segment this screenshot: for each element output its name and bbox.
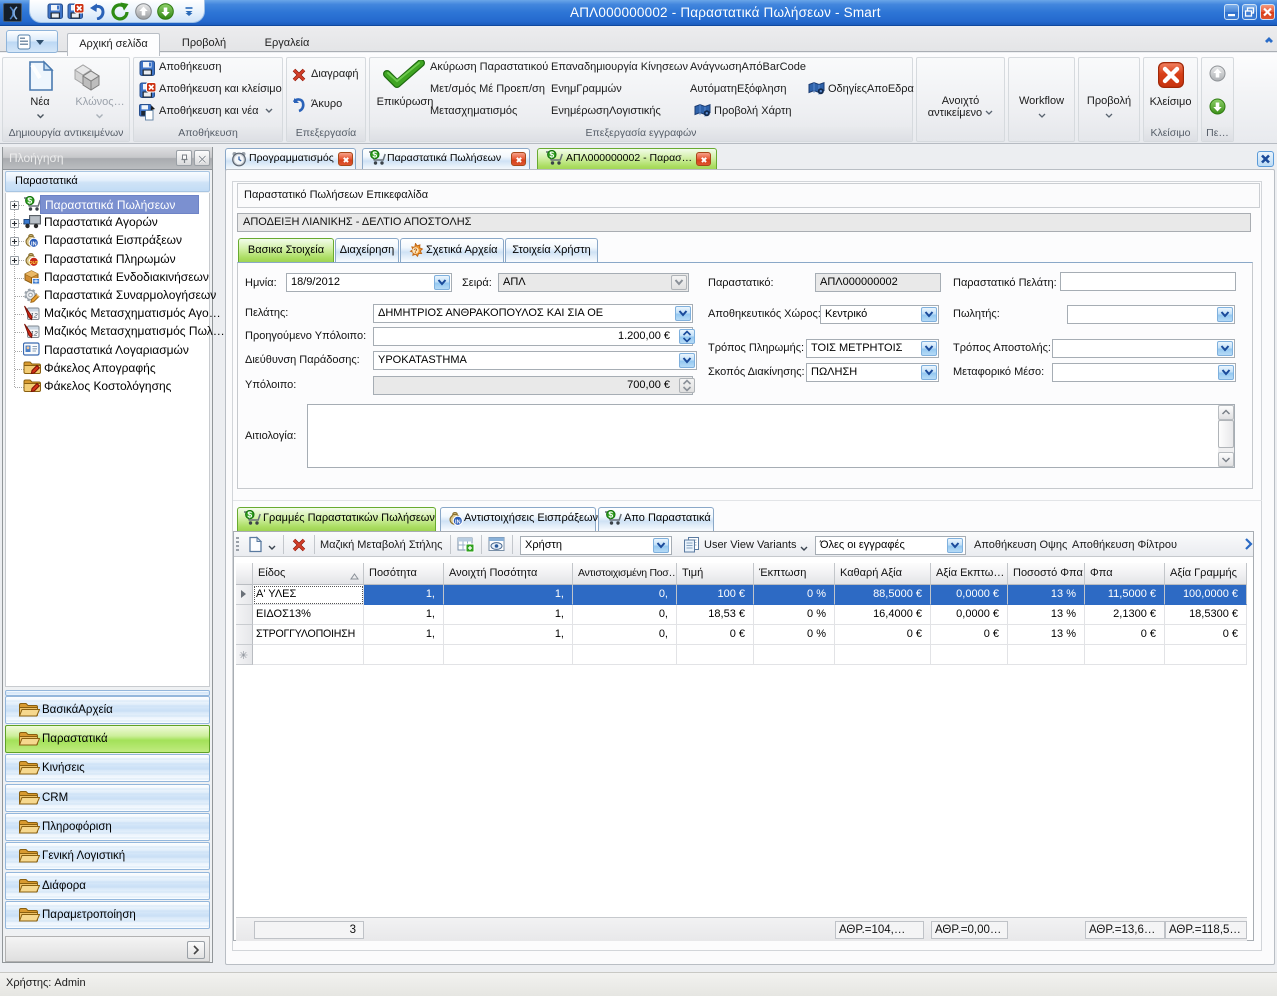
svg-text:OUT: OUT	[29, 260, 39, 265]
svg-text:$: $	[608, 510, 613, 520]
svg-text:?: ?	[414, 248, 418, 255]
svg-text:IN: IN	[31, 241, 37, 247]
svg-text:$: $	[549, 150, 554, 160]
svg-text:IN: IN	[455, 519, 461, 525]
svg-text:$: $	[372, 150, 377, 160]
svg-text:✳: ✳	[239, 650, 248, 662]
svg-text:$: $	[247, 510, 252, 520]
svg-text:$: $	[27, 196, 32, 206]
